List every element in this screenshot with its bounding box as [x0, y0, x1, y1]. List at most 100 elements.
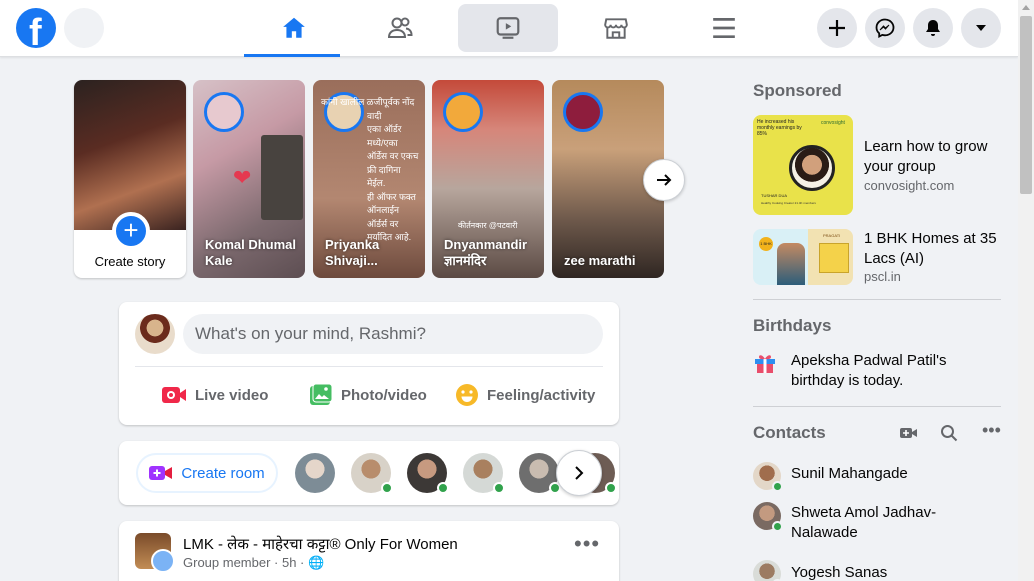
- story-overlay-text: कांनी खालील ळजीपूर्वक नोंद वादी एका ऑर्ड…: [321, 97, 419, 246]
- ad-image-brand: PRAGATI: [823, 233, 841, 238]
- ad-image-brand: convosight: [821, 120, 845, 126]
- rooms-next-button[interactable]: [556, 450, 602, 496]
- page-scrollbar[interactable]: [1018, 0, 1034, 581]
- contact-name: Shweta Amol Jadhav-Nalawade: [791, 504, 937, 541]
- notifications-button[interactable]: [913, 8, 953, 48]
- home-icon: [283, 17, 305, 38]
- tab-friends[interactable]: [350, 4, 450, 52]
- sponsored-heading: Sponsored: [753, 81, 842, 100]
- ad-image-building: [819, 243, 849, 273]
- ad-image: He increased his monthly earnings by 85%…: [753, 115, 853, 215]
- arrow-right-icon: [657, 174, 672, 186]
- profile-avatar-overlay[interactable]: [151, 549, 175, 573]
- story-photo-collage: [261, 135, 303, 220]
- contact-name: Sunil Mahangade: [791, 465, 908, 482]
- avatar[interactable]: [135, 314, 175, 354]
- story-card[interactable]: कांनी खालील ळजीपूर्वक नोंद वादी एका ऑर्ड…: [313, 80, 425, 278]
- plus-icon: +: [112, 212, 150, 250]
- room-avatar[interactable]: [407, 453, 449, 494]
- ad-image-name: TUSHAR DUA: [761, 193, 788, 198]
- photo-video-label: Photo/video: [341, 386, 427, 404]
- birthdays-heading: Birthdays: [753, 316, 832, 335]
- messenger-button[interactable]: [865, 8, 905, 48]
- story-avatar: [563, 92, 603, 132]
- tab-home[interactable]: [244, 4, 344, 57]
- heart-icon: ❤: [233, 165, 252, 190]
- room-avatar[interactable]: [519, 453, 561, 494]
- birthday-text: Apeksha Padwal Patil's birthday is today…: [791, 352, 947, 389]
- story-card[interactable]: कीर्तनकार @पटवारी Dnyanmandir ज्ञानमंदिर: [432, 80, 544, 278]
- story-name: Dnyanmandir ज्ञानमंदिर: [444, 237, 528, 268]
- story-avatar: [443, 92, 483, 132]
- stories-next-button[interactable]: [643, 159, 685, 201]
- sponsored-ad[interactable]: He increased his monthly earnings by 85%…: [753, 115, 1001, 215]
- more-options-icon[interactable]: •••: [982, 421, 1001, 439]
- facebook-logo-letter: f: [29, 12, 42, 48]
- search-icon[interactable]: [940, 424, 958, 442]
- facebook-logo[interactable]: f: [16, 8, 56, 48]
- friends-icon: [387, 17, 413, 38]
- marketplace-icon: [604, 18, 628, 39]
- room-avatar[interactable]: [295, 453, 335, 493]
- create-room-button[interactable]: Create room: [136, 453, 278, 493]
- live-video-label: Live video: [195, 386, 269, 404]
- ad-image-caption: Healthy Cooking Creator 21.4K members: [761, 201, 816, 205]
- tab-watch[interactable]: [458, 4, 558, 52]
- divider: [753, 406, 1001, 407]
- feeling-icon: [456, 384, 478, 406]
- contact-item[interactable]: Sunil Mahangade: [753, 462, 908, 492]
- divider: [135, 366, 603, 367]
- search-button[interactable]: [64, 8, 104, 48]
- online-status-dot: [437, 482, 449, 494]
- plus-icon: [829, 20, 845, 36]
- tab-menu[interactable]: [674, 4, 774, 52]
- sponsored-ad[interactable]: 1 BHK PRAGATI 1 BHK Homes at 35 Lacs (AI…: [753, 229, 1001, 285]
- chevron-right-icon: [575, 466, 584, 480]
- story-overlay-text: कीर्तनकार @पटवारी: [458, 221, 518, 230]
- post-group-title[interactable]: LMK - लेक - माहेरचा कट्टा® Only For Wome…: [183, 534, 458, 554]
- account-button[interactable]: [961, 8, 1001, 48]
- post-composer: What's on your mind, Rashmi? Live video …: [119, 302, 619, 425]
- create-button[interactable]: [817, 8, 857, 48]
- create-story-card[interactable]: + Create story: [74, 80, 186, 278]
- whats-on-your-mind-input[interactable]: What's on your mind, Rashmi?: [183, 314, 603, 354]
- online-status-dot: [381, 482, 393, 494]
- online-status-dot: [493, 482, 505, 494]
- video-camera-plus-icon: [149, 466, 173, 480]
- photo-icon: [310, 383, 333, 405]
- ad-headline: 1 BHK Homes at 35 Lacs (AI): [864, 230, 997, 267]
- story-card[interactable]: ❤ Komal Dhumal Kale: [193, 80, 305, 278]
- scroll-up-arrow-icon[interactable]: [1022, 5, 1030, 10]
- new-room-icon[interactable]: [900, 425, 918, 441]
- feeling-activity-button[interactable]: Feeling/activity: [455, 380, 595, 410]
- story-name: Komal Dhumal Kale: [205, 237, 297, 268]
- story-name: Priyanka Shivaji...: [325, 237, 380, 268]
- birthday-item[interactable]: Apeksha Padwal Patil's birthday is today…: [753, 351, 971, 391]
- contact-item[interactable]: Yogesh Sanas: [753, 560, 887, 581]
- online-status-dot: [772, 481, 783, 492]
- scrollbar-thumb[interactable]: [1020, 16, 1032, 194]
- profile-photo: [74, 80, 186, 230]
- photo-video-button[interactable]: Photo/video: [309, 380, 427, 410]
- more-options-icon[interactable]: •••: [574, 533, 600, 555]
- story-avatar: [204, 92, 244, 132]
- tab-marketplace[interactable]: [566, 4, 666, 52]
- ad-headline: Learn how to grow your group: [864, 138, 988, 175]
- room-avatar[interactable]: [463, 453, 505, 494]
- live-video-button[interactable]: Live video: [161, 380, 268, 410]
- caret-down-icon: [976, 25, 986, 31]
- ad-url: pscl.in: [864, 269, 901, 284]
- ad-url: convosight.com: [864, 178, 955, 193]
- ad-image-headline: He increased his monthly earnings by 85%: [757, 119, 802, 137]
- avatar: [753, 560, 783, 581]
- room-avatar[interactable]: [351, 453, 393, 494]
- contact-name: Yogesh Sanas: [791, 564, 888, 581]
- contact-item[interactable]: Shweta Amol Jadhav-Nalawade: [753, 502, 951, 543]
- ad-image-price: 1 BHK: [759, 237, 773, 251]
- divider: [753, 299, 1001, 300]
- contacts-heading: Contacts: [753, 423, 826, 442]
- story-name: zee marathi: [564, 253, 636, 268]
- rooms-bar: Create room: [119, 441, 619, 505]
- ad-image: 1 BHK PRAGATI: [753, 229, 853, 285]
- messenger-icon: [875, 18, 895, 38]
